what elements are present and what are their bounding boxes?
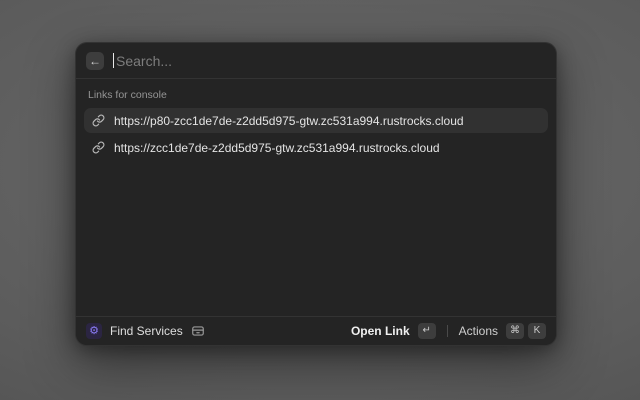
search-input[interactable]: Search... — [113, 43, 546, 78]
enter-keycap: ↵ — [418, 323, 436, 339]
archive-icon — [191, 324, 205, 338]
footer-divider — [447, 325, 448, 337]
link-url: https://p80-zcc1de7de-z2dd5d975-gtw.zc53… — [114, 114, 464, 128]
back-button[interactable]: ← — [86, 52, 104, 70]
cmd-keycap: ⌘ — [506, 323, 524, 339]
results-list: Links for console https://p80-zcc1de7de-… — [76, 79, 556, 316]
list-item-link-1[interactable]: https://p80-zcc1de7de-z2dd5d975-gtw.zc53… — [84, 108, 548, 133]
active-command: ⚙ Find Services — [86, 323, 205, 339]
search-placeholder: Search... — [116, 53, 172, 69]
gear-icon: ⚙ — [86, 323, 102, 339]
command-name: Find Services — [110, 324, 183, 338]
section-header: Links for console — [84, 87, 548, 108]
footer-bar: ⚙ Find Services Open Link ↵ Actions ⌘ K — [76, 316, 556, 345]
list-item-link-2[interactable]: https://zcc1de7de-z2dd5d975-gtw.zc531a99… — [84, 135, 548, 160]
k-keycap: K — [528, 323, 546, 339]
actions-button[interactable]: Actions — [459, 324, 498, 338]
link-icon — [92, 141, 105, 154]
open-link-button[interactable]: Open Link — [351, 324, 410, 338]
text-caret — [113, 53, 114, 68]
link-icon — [92, 114, 105, 127]
command-palette-window: ← Search... Links for console https://p8… — [75, 42, 557, 346]
link-url: https://zcc1de7de-z2dd5d975-gtw.zc531a99… — [114, 141, 440, 155]
footer-actions: Open Link ↵ Actions ⌘ K — [351, 323, 546, 339]
actions-shortcut: ⌘ K — [506, 323, 546, 339]
search-header: ← Search... — [76, 43, 556, 79]
